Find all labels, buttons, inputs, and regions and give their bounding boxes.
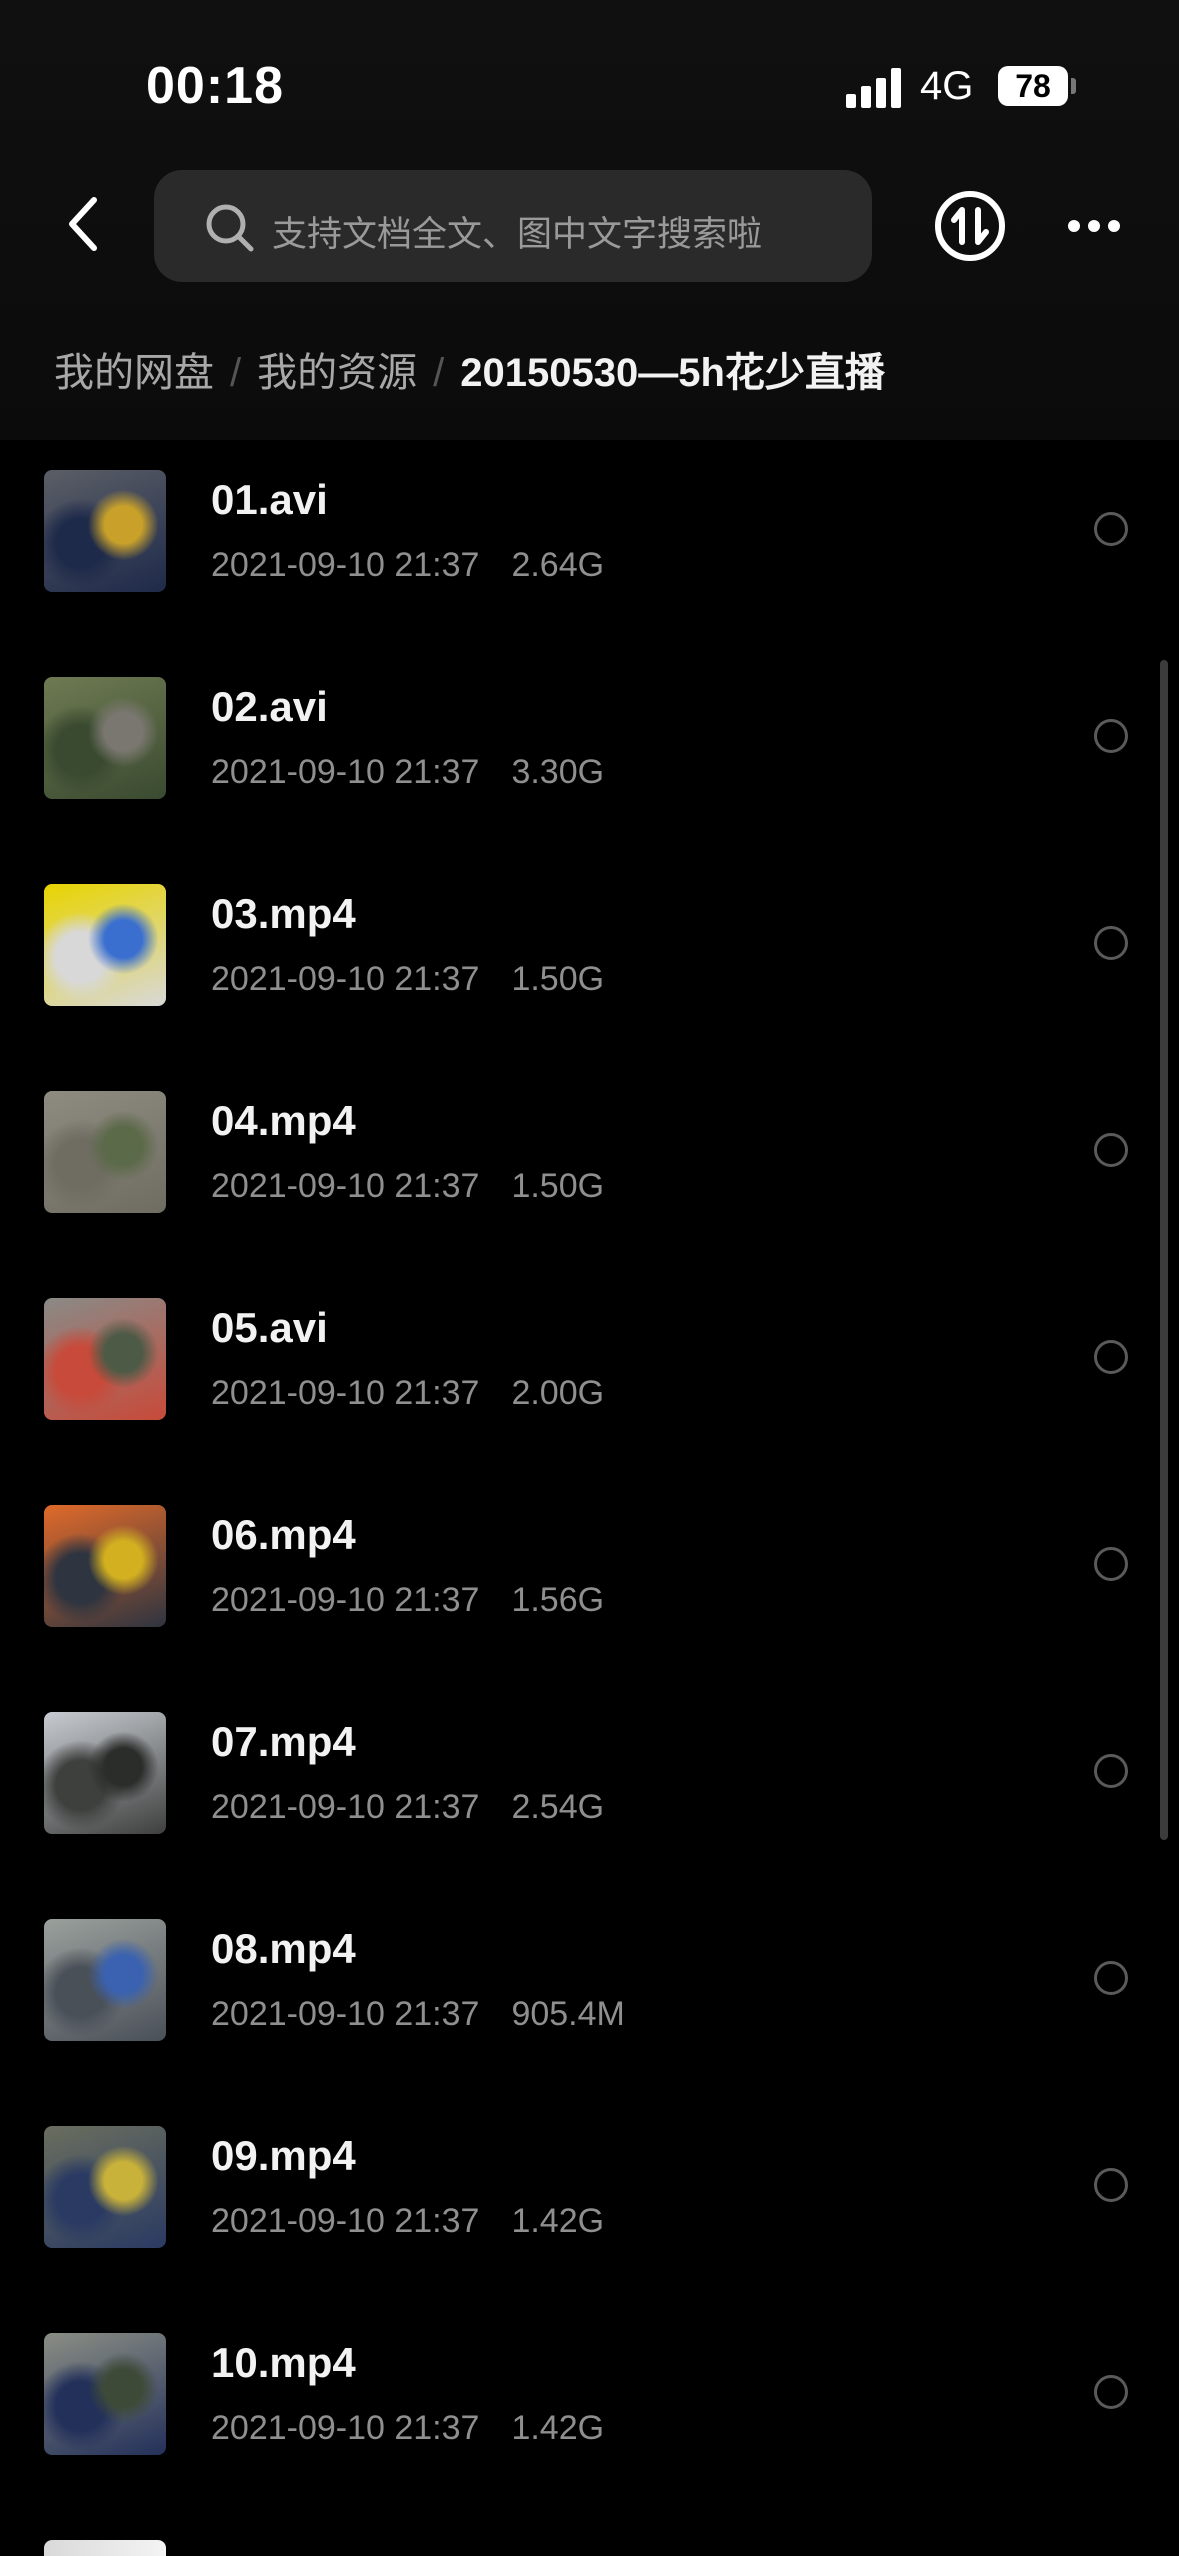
list-item[interactable]: 04.mp4 2021-09-10 21:37 1.50G [0,1061,1179,1268]
file-date: 2021-09-10 21:37 [211,960,480,998]
file-size: 2.64G [511,546,605,584]
list-item[interactable]: 01.avi 2021-09-10 21:37 2.64G [0,440,1179,647]
file-size: 3.30G [511,753,605,791]
back-icon [69,197,97,251]
radio-icon[interactable] [1094,1340,1128,1374]
file-size: 1.50G [511,1167,605,1205]
video-thumbnail [44,2333,166,2455]
breadcrumb-current: 20150530—5h花少直播 [460,351,885,395]
file-meta: 2021-09-10 21:37 1.50G [211,1167,604,1206]
file-name: 02.avi [211,683,328,730]
video-thumbnail [44,470,166,592]
file-meta: 2021-09-10 21:37 1.42G [211,2202,604,2241]
file-date: 2021-09-10 21:37 [211,2202,480,2240]
file-name: 08.mp4 [211,1925,356,1972]
file-date: 2021-09-10 21:37 [211,753,480,791]
file-meta: 2021-09-10 21:37 1.56G [211,1581,604,1620]
file-date: 2021-09-10 21:37 [211,1788,480,1826]
network-label: 4G [920,64,974,108]
file-size: 1.42G [511,2409,605,2447]
radio-icon[interactable] [1094,1754,1128,1788]
file-size: 2.54G [511,1788,605,1826]
file-list: 01.avi 2021-09-10 21:37 2.64G 02.avi 2021… [0,440,1179,2556]
breadcrumb-separator: / [433,351,445,395]
radio-icon[interactable] [1094,2375,1128,2409]
video-thumbnail [44,1712,166,1834]
file-name: 09.mp4 [211,2132,356,2179]
file-meta: 2021-09-10 21:37 3.30G [211,753,604,792]
video-thumbnail [44,2126,166,2248]
video-thumbnail [44,677,166,799]
video-thumbnail [44,1298,166,1420]
video-thumbnail [44,884,166,1006]
list-item[interactable]: 10.mp4 2021-09-10 21:37 1.42G [0,2303,1179,2510]
list-item[interactable]: 02.avi 2021-09-10 21:37 3.30G [0,647,1179,854]
file-date: 2021-09-10 21:37 [211,2409,480,2447]
search-placeholder: 支持文档全文、图中文字搜索啦 [272,215,763,254]
file-name: 01.avi [211,476,328,523]
file-date: 2021-09-10 21:37 [211,1374,480,1412]
breadcrumb-item-resources[interactable]: 我的资源 [257,351,417,395]
file-size: 1.50G [511,960,605,998]
radio-icon[interactable] [1094,926,1128,960]
video-thumbnail [44,1505,166,1627]
sort-icon [935,191,1005,261]
more-icon [1108,220,1120,232]
radio-icon[interactable] [1094,1133,1128,1167]
radio-icon[interactable] [1094,512,1128,546]
more-icon [1088,220,1100,232]
status-time: 00:18 [146,57,284,115]
search-icon [206,204,254,252]
list-item[interactable]: 09.mp4 2021-09-10 21:37 1.42G [0,2096,1179,2303]
signal-icon [846,68,902,108]
more-icon [1068,220,1080,232]
video-thumbnail [44,1091,166,1213]
video-thumbnail [44,2540,166,2556]
file-meta: 2021-09-10 21:37 2.00G [211,1374,604,1413]
file-date: 2021-09-10 21:37 [211,546,480,584]
list-item[interactable]: 05.avi 2021-09-10 21:37 2.00G [0,1268,1179,1475]
file-name: 04.mp4 [211,1097,356,1144]
battery-cap [1071,78,1076,94]
file-size: 2.00G [511,1374,605,1412]
breadcrumb: 我的网盘 / 我的资源 / 20150530—5h花少直播 [54,340,885,398]
file-name: 06.mp4 [211,1511,356,1558]
file-name: 03.mp4 [211,890,356,937]
radio-icon[interactable] [1094,719,1128,753]
list-item[interactable]: 06.mp4 2021-09-10 21:37 1.56G [0,1475,1179,1682]
file-size: 905.4M [511,1995,625,2033]
file-meta: 2021-09-10 21:37 905.4M [211,1995,625,2034]
list-item[interactable]: 07.mp4 2021-09-10 21:37 2.54G [0,1682,1179,1889]
search-input[interactable]: 支持文档全文、图中文字搜索啦 [154,170,872,282]
sort-button[interactable] [934,190,1006,262]
radio-icon[interactable] [1094,2168,1128,2202]
battery-icon: 78 [998,66,1068,106]
file-date: 2021-09-10 21:37 [211,1581,480,1619]
file-meta: 2021-09-10 21:37 1.42G [211,2409,604,2448]
more-button[interactable] [1062,206,1126,246]
radio-icon[interactable] [1094,1961,1128,1995]
file-date: 2021-09-10 21:37 [211,1995,480,2033]
file-name: 05.avi [211,1304,328,1351]
file-name: 10.mp4 [211,2339,356,2386]
video-thumbnail [44,1919,166,2041]
file-meta: 2021-09-10 21:37 2.64G [211,546,604,585]
file-name: 07.mp4 [211,1718,356,1765]
scrollbar[interactable] [1160,660,1168,1840]
list-item[interactable]: 08.mp4 2021-09-10 21:37 905.4M [0,1889,1179,2096]
file-meta: 2021-09-10 21:37 2.54G [211,1788,604,1827]
file-date: 2021-09-10 21:37 [211,1167,480,1205]
file-meta: 2021-09-10 21:37 1.50G [211,960,604,999]
breadcrumb-separator: / [230,351,242,395]
list-item[interactable]: 03.mp4 2021-09-10 21:37 1.50G [0,854,1179,1061]
radio-icon[interactable] [1094,1547,1128,1581]
file-size: 1.42G [511,2202,605,2240]
file-size: 1.56G [511,1581,605,1619]
back-button[interactable] [54,188,118,260]
breadcrumb-item-root[interactable]: 我的网盘 [54,351,214,395]
